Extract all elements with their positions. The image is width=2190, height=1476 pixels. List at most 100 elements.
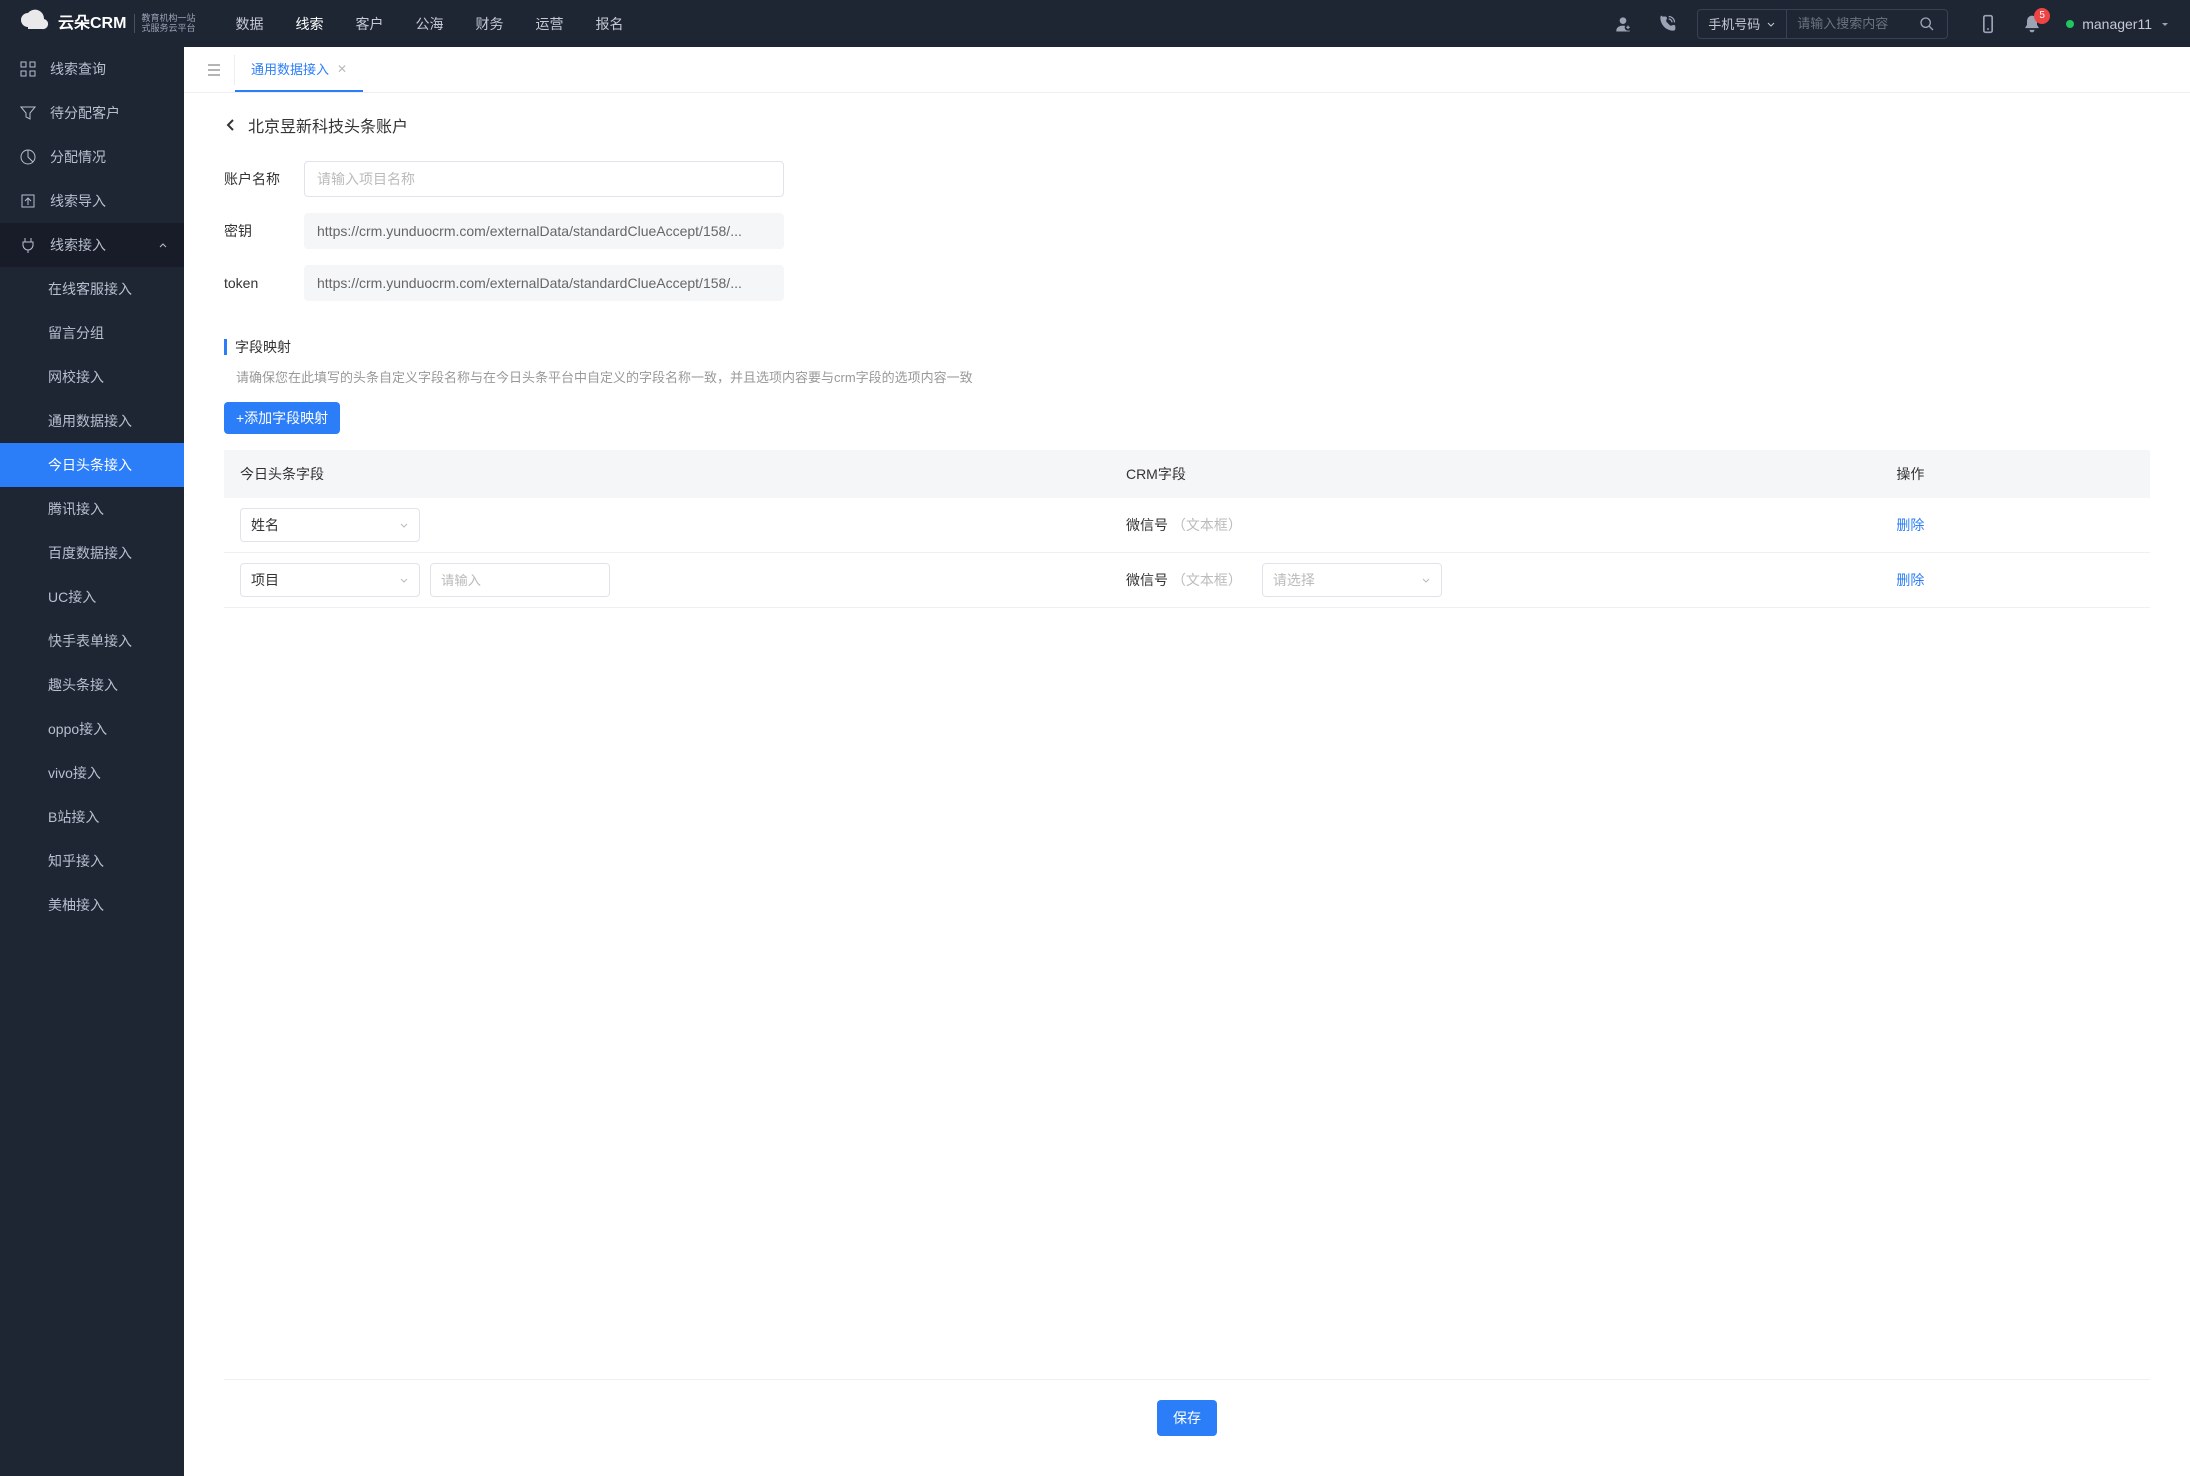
sidebar-sub-message[interactable]: 留言分组 <box>0 311 184 355</box>
account-label: 账户名称 <box>224 169 304 189</box>
sidebar-sub-vivo[interactable]: vivo接入 <box>0 751 184 795</box>
plug-icon <box>20 237 36 253</box>
chevron-down-icon <box>2160 19 2170 29</box>
sidebar-item-access[interactable]: 线索接入 <box>0 223 184 267</box>
sidebar-item-label: 线索接入 <box>50 235 106 255</box>
user-icon[interactable] <box>1613 14 1633 34</box>
search-icon <box>1919 16 1935 32</box>
sidebar-item-label: 线索查询 <box>50 59 106 79</box>
sidebar-item-pending[interactable]: 待分配客户 <box>0 91 184 135</box>
token-label: token <box>224 275 304 291</box>
nav-customers[interactable]: 客户 <box>355 14 383 34</box>
delete-link[interactable]: 删除 <box>1896 517 1924 533</box>
table-row: 项目 微信号 （文本框） <box>224 553 2150 608</box>
logo[interactable]: 云朵CRM 教育机构一站 式服务云平台 <box>20 9 195 39</box>
pie-icon <box>20 149 36 165</box>
crm-field-name: 微信号 <box>1126 572 1168 588</box>
mobile-icon[interactable] <box>1978 14 1998 34</box>
nav-finance[interactable]: 财务 <box>475 14 503 34</box>
page-title: 北京昱新科技头条账户 <box>248 113 408 137</box>
secret-input[interactable] <box>304 213 784 249</box>
user-name: manager11 <box>2082 16 2152 32</box>
sidebar-sub-school[interactable]: 网校接入 <box>0 355 184 399</box>
section-title: 字段映射 <box>235 337 291 357</box>
search-input[interactable] <box>1787 10 1907 38</box>
sidebar-item-label: 分配情况 <box>50 147 106 167</box>
top-nav: 数据 线索 客户 公海 财务 运营 报名 <box>235 14 1593 34</box>
sidebar-sub-qutoutiao[interactable]: 趣头条接入 <box>0 663 184 707</box>
sidebar-sub-meiyou[interactable]: 美柚接入 <box>0 883 184 927</box>
tabs-collapse-icon[interactable] <box>194 55 235 85</box>
notification-badge: 5 <box>2034 8 2050 24</box>
chevron-left-icon <box>224 118 238 132</box>
token-input[interactable] <box>304 265 784 301</box>
save-button[interactable]: 保存 <box>1157 1400 1217 1436</box>
col-action: 操作 <box>1880 450 2150 498</box>
sidebar-sub-oppo[interactable]: oppo接入 <box>0 707 184 751</box>
chevron-down-icon <box>399 575 409 585</box>
chevron-down-icon <box>1766 19 1776 29</box>
secret-label: 密钥 <box>224 221 304 241</box>
sidebar-item-label: 线索导入 <box>50 191 106 211</box>
field-extra-input[interactable] <box>430 563 610 597</box>
crm-field-type: （文本框） <box>1172 572 1242 588</box>
filter-icon <box>20 105 36 121</box>
chevron-down-icon <box>1421 575 1431 585</box>
back-button[interactable] <box>224 118 238 132</box>
sidebar-sub-generic[interactable]: 通用数据接入 <box>0 399 184 443</box>
grid-icon <box>20 61 36 77</box>
account-input[interactable] <box>304 161 784 197</box>
field-select[interactable]: 姓名 <box>240 508 420 542</box>
footer-bar: 保存 <box>224 1379 2150 1456</box>
logo-text: 云朵CRM 教育机构一站 式服务云平台 <box>58 14 195 34</box>
crm-select[interactable]: 请选择 <box>1262 563 1442 597</box>
sidebar-sub-bilibili[interactable]: B站接入 <box>0 795 184 839</box>
close-icon[interactable]: ✕ <box>337 62 347 76</box>
delete-link[interactable]: 删除 <box>1896 572 1924 588</box>
chevron-up-icon <box>158 240 168 250</box>
upload-icon <box>20 193 36 209</box>
tabs-bar: 通用数据接入 ✕ <box>184 47 2190 93</box>
search-type-select[interactable]: 手机号码 <box>1698 10 1787 38</box>
breadcrumb: 北京昱新科技头条账户 <box>224 113 2150 137</box>
header: 云朵CRM 教育机构一站 式服务云平台 数据 线索 客户 公海 财务 运营 报名… <box>0 0 2190 47</box>
user-menu[interactable]: manager11 <box>2066 16 2170 32</box>
section-bar <box>224 339 227 355</box>
mapping-table: 今日头条字段 CRM字段 操作 姓名 微 <box>224 450 2150 608</box>
sidebar-sub-toutiao[interactable]: 今日头条接入 <box>0 443 184 487</box>
sidebar: 线索查询 待分配客户 分配情况 线索导入 线索接入 在线客服接入 留言分组 网校… <box>0 47 184 1476</box>
notification-icon[interactable]: 5 <box>2022 14 2042 34</box>
sidebar-item-import[interactable]: 线索导入 <box>0 179 184 223</box>
field-select[interactable]: 项目 <box>240 563 420 597</box>
tab-generic-data[interactable]: 通用数据接入 ✕ <box>235 47 363 92</box>
content: 通用数据接入 ✕ 北京昱新科技头条账户 账户名称 密钥 token <box>184 47 2190 1476</box>
sidebar-sub-kuaishou[interactable]: 快手表单接入 <box>0 619 184 663</box>
search-button[interactable] <box>1907 16 1947 32</box>
sidebar-sub-zhihu[interactable]: 知乎接入 <box>0 839 184 883</box>
logo-icon <box>20 9 50 39</box>
nav-public[interactable]: 公海 <box>415 14 443 34</box>
nav-signup[interactable]: 报名 <box>595 14 623 34</box>
crm-field-name: 微信号 <box>1126 517 1168 533</box>
crm-field-type: （文本框） <box>1172 517 1242 533</box>
nav-data[interactable]: 数据 <box>235 14 263 34</box>
nav-leads[interactable]: 线索 <box>295 14 323 34</box>
logo-main: 云朵CRM <box>58 15 126 33</box>
sidebar-sub-kefu[interactable]: 在线客服接入 <box>0 267 184 311</box>
col-crm: CRM字段 <box>1110 450 1880 498</box>
sidebar-sub-baidu[interactable]: 百度数据接入 <box>0 531 184 575</box>
sidebar-item-label: 待分配客户 <box>50 103 120 123</box>
add-mapping-button[interactable]: +添加字段映射 <box>224 402 340 434</box>
col-toutiao: 今日头条字段 <box>224 450 1110 498</box>
status-dot <box>2066 20 2074 28</box>
nav-ops[interactable]: 运营 <box>535 14 563 34</box>
search-box: 手机号码 <box>1697 9 1948 39</box>
sidebar-sub-uc[interactable]: UC接入 <box>0 575 184 619</box>
section-hint: 请确保您在此填写的头条自定义字段名称与在今日头条平台中自定义的字段名称一致，并且… <box>224 367 2150 386</box>
sidebar-item-query[interactable]: 线索查询 <box>0 47 184 91</box>
chevron-down-icon <box>399 520 409 530</box>
phone-icon[interactable] <box>1657 14 1677 34</box>
sidebar-sub-tencent[interactable]: 腾讯接入 <box>0 487 184 531</box>
sidebar-item-distribution[interactable]: 分配情况 <box>0 135 184 179</box>
table-row: 姓名 微信号 （文本框） 删除 <box>224 498 2150 553</box>
